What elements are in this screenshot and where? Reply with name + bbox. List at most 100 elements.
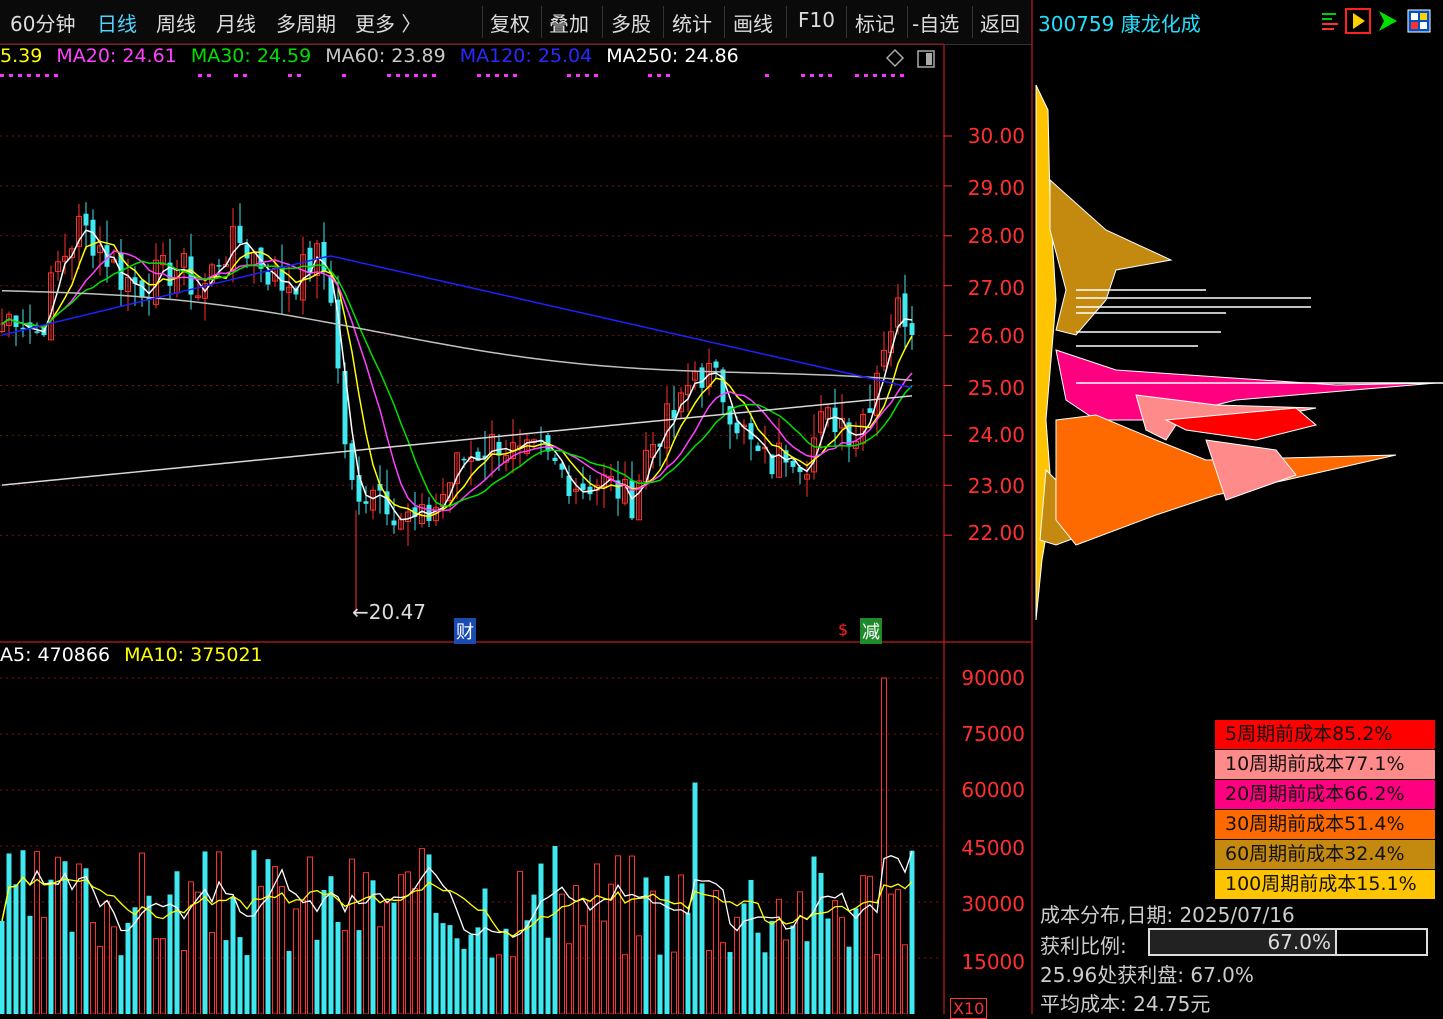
signal-dot: [513, 74, 517, 77]
volume-bar: [517, 870, 523, 1014]
signal-dot: [0, 74, 4, 77]
volume-bar: [573, 885, 579, 1014]
candle-body: [755, 445, 761, 451]
volume-bar: [797, 891, 803, 1014]
signal-dot: [801, 74, 805, 77]
volume-bar: [769, 920, 775, 1014]
signal-dot: [504, 74, 508, 77]
candle-body: [832, 407, 838, 433]
signal-dot: [882, 74, 886, 77]
candle-body: [720, 369, 726, 403]
candle-body: [265, 272, 271, 285]
dividend-badge[interactable]: $: [838, 620, 848, 639]
volume-bar: [601, 920, 607, 1014]
volume-bar: [356, 930, 362, 1014]
volume-tick: 15000: [961, 950, 1025, 974]
signal-dot: [414, 74, 418, 77]
volume-bar: [377, 926, 383, 1014]
candle-body: [734, 422, 740, 434]
volume-bar: [272, 866, 278, 1014]
signal-dot: [432, 74, 436, 77]
volume-bar: [426, 854, 432, 1014]
volume-bar: [153, 938, 159, 1014]
volume-bar: [734, 916, 740, 1014]
signal-dot: [36, 74, 40, 77]
average-cost: 平均成本: 24.75元: [1040, 992, 1211, 1016]
candle-body: [363, 501, 369, 504]
volume-bar: [216, 851, 222, 1014]
volume-bar: [489, 957, 495, 1014]
profit-ratio-value: 67.0%: [1267, 930, 1331, 954]
signal-dot: [342, 74, 346, 77]
volume-bar: [118, 955, 124, 1014]
signal-dot: [765, 74, 769, 77]
candle-body: [237, 225, 243, 243]
signal-dot: [648, 74, 652, 77]
legend-item: 10周期前成本77.1%: [1215, 750, 1435, 779]
volume-bar: [370, 880, 376, 1014]
volume-bar: [888, 893, 894, 1014]
volume-bar: [531, 894, 537, 1014]
signal-dot: [486, 74, 490, 77]
price-tick: 25.00: [967, 376, 1025, 400]
signal-dot: [657, 74, 661, 77]
volume-bar: [6, 853, 12, 1014]
candle-body: [909, 323, 915, 336]
volume-bar: [244, 955, 250, 1014]
signal-dot: [873, 74, 877, 77]
cost-legend: 5周期前成本85.2% 10周期前成本77.1% 20周期前成本66.2% 30周期前…: [1215, 720, 1435, 900]
volume-bar: [321, 889, 327, 1014]
signal-dot: [234, 74, 238, 77]
volume-bar: [335, 921, 341, 1014]
volume-bar: [279, 886, 285, 1014]
volume-bar: [699, 883, 705, 1014]
candle-body: [90, 219, 96, 256]
volume-bar: [237, 937, 243, 1014]
volume-bar: [342, 930, 348, 1014]
volume-bar: [209, 931, 215, 1014]
volume-bar: [27, 915, 33, 1014]
volume-bar: [363, 872, 369, 1014]
volume-bar: [503, 928, 509, 1014]
volume-bar: [818, 872, 824, 1014]
legend-item: 5周期前成本85.2%: [1215, 720, 1435, 749]
price-tick: 28.00: [967, 224, 1025, 248]
finance-badge[interactable]: 财: [454, 618, 476, 644]
volume-bar: [286, 950, 292, 1014]
signal-dot: [585, 74, 589, 77]
volume-bar: [202, 851, 208, 1014]
signal-dot: [45, 74, 49, 77]
volume-bar: [902, 944, 908, 1014]
volume-bar: [69, 931, 75, 1014]
price-tick: 23.00: [967, 474, 1025, 498]
volume-tick: 30000: [961, 892, 1025, 916]
vol-ma10-line: [1, 876, 913, 937]
price-tick: 22.00: [967, 521, 1025, 545]
reduce-badge[interactable]: 减: [860, 618, 882, 644]
volume-bar: [545, 937, 551, 1014]
volume-bar: [90, 922, 96, 1014]
volume-bar: [461, 948, 467, 1014]
volume-bar: [622, 954, 628, 1014]
signal-dot: [18, 74, 22, 77]
volume-bar: [909, 850, 915, 1014]
volume-bar: [846, 946, 852, 1014]
chip-60: [1049, 178, 1173, 336]
legend-item: 20周期前成本66.2%: [1215, 780, 1435, 809]
signal-dot: [594, 74, 598, 77]
volume-bar: [146, 895, 152, 1014]
profit-ratio-bar: 67.0%: [1148, 928, 1428, 956]
volume-bar: [97, 945, 103, 1014]
candle-body: [349, 443, 355, 480]
candle-body: [867, 408, 873, 413]
volume-bar: [524, 920, 530, 1014]
volume-bar: [48, 879, 54, 1014]
x10-badge[interactable]: X10: [950, 998, 988, 1019]
volume-bar: [552, 846, 558, 1014]
signal-dot: [810, 74, 814, 77]
signal-dot: [891, 74, 895, 77]
volume-bar: [160, 938, 166, 1014]
volume-bar: [251, 850, 257, 1014]
candle-body: [699, 367, 705, 388]
signal-dot: [54, 74, 58, 77]
